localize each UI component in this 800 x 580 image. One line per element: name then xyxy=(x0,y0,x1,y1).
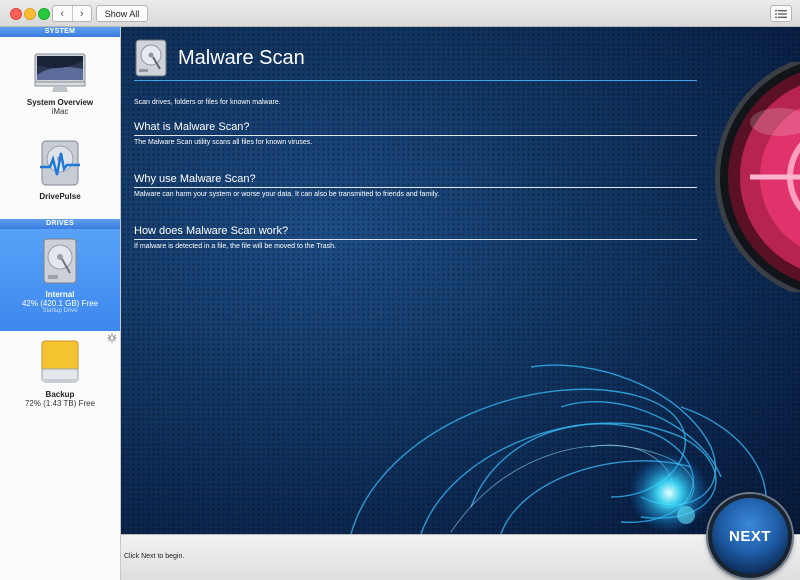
sidebar-header-drives: DRIVES xyxy=(0,219,120,229)
sidebar-drive-backup[interactable]: Backup 72% (1.43 TB) Free xyxy=(0,331,120,419)
sidebar-item-sub: iMac xyxy=(51,107,69,116)
zoom-window-button[interactable] xyxy=(38,8,50,20)
list-view-button[interactable] xyxy=(770,5,792,22)
section-text: The Malware Scan utility scans all files… xyxy=(134,139,313,146)
section-heading: How does Malware Scan work? xyxy=(134,225,697,240)
content-area: Malware Scan Scan drives, folders or fil… xyxy=(134,37,697,250)
title-divider xyxy=(134,80,697,81)
external-drive-icon xyxy=(41,340,79,383)
forward-button[interactable]: › xyxy=(71,6,92,21)
close-window-button[interactable] xyxy=(10,8,22,20)
page-title: Malware Scan xyxy=(178,46,305,69)
minimize-window-button[interactable] xyxy=(24,8,36,20)
drivepulse-icon xyxy=(40,140,80,186)
sidebar-item-label: System Overview xyxy=(26,98,94,107)
back-button[interactable]: ‹ xyxy=(53,6,72,21)
spinner-icon xyxy=(107,333,117,343)
imac-icon xyxy=(34,53,86,92)
sidebar-drive-internal[interactable]: Internal 42% (420.1 GB) Free Startup Dri… xyxy=(0,229,120,331)
next-button[interactable]: NEXT xyxy=(708,494,792,578)
internal-drive-icon xyxy=(43,238,77,284)
sidebar-item-label: Backup xyxy=(45,390,75,399)
sidebar-item-label: Internal xyxy=(45,290,75,299)
status-hint: Click Next to begin. xyxy=(124,553,185,560)
drive-free-space: 42% (420.1 GB) Free xyxy=(21,299,99,308)
list-icon xyxy=(775,9,787,18)
malware-scan-panel: Malware Scan Scan drives, folders or fil… xyxy=(121,27,800,534)
section-heading: What is Malware Scan? xyxy=(134,121,697,136)
sidebar: SYSTEM System Overview iMac DrivePulse D… xyxy=(0,27,121,580)
show-all-button[interactable]: Show All xyxy=(96,5,148,22)
drive-free-space: 72% (1.43 TB) Free xyxy=(24,399,96,408)
sidebar-item-system-overview[interactable]: System Overview iMac xyxy=(0,37,120,137)
sidebar-item-drivepulse[interactable]: DrivePulse xyxy=(0,137,120,219)
page-description: Scan drives, folders or files for known … xyxy=(134,99,281,106)
magnifier-lens-graphic xyxy=(715,62,800,292)
section-text: Malware can harm your system or worse yo… xyxy=(134,191,440,198)
bottom-bar: Click Next to begin. xyxy=(121,534,800,580)
sidebar-item-label: DrivePulse xyxy=(39,192,81,201)
section-heading: Why use Malware Scan? xyxy=(134,173,697,188)
next-button-label: NEXT xyxy=(728,527,771,545)
sidebar-header-system: SYSTEM xyxy=(0,27,120,37)
title-bar: ‹ › Show All xyxy=(0,0,800,27)
drive-role-label: Startup Drive xyxy=(42,308,78,314)
app-window: ‹ › Show All SYSTEM System Overview iMac… xyxy=(0,0,800,580)
page-header: Malware Scan xyxy=(134,37,697,79)
hard-drive-icon xyxy=(135,39,167,77)
section-text: If malware is detected in a file, the fi… xyxy=(134,243,336,250)
back-forward-group: ‹ › xyxy=(52,5,92,22)
